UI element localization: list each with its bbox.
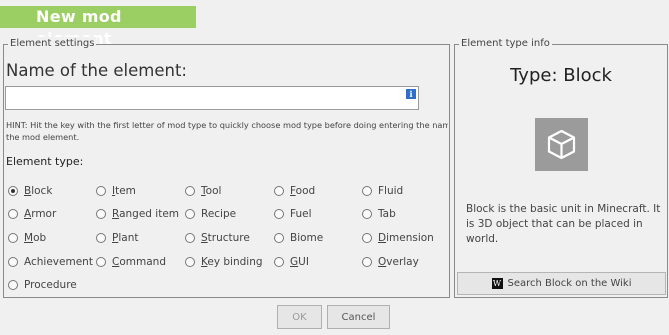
radio-indicator[interactable] — [96, 186, 106, 196]
radio-label-fluid: Fluid — [378, 185, 404, 197]
name-label: Name of the element: — [6, 61, 187, 80]
radio-label-ranged-item: Ranged item — [112, 208, 180, 220]
radio-label-tool: Tool — [201, 185, 222, 197]
radio-label-mob: Mob — [24, 232, 47, 244]
ok-button[interactable]: OK — [277, 305, 322, 329]
radio-dimension[interactable]: Dimension — [362, 231, 434, 245]
dialog-title: New mod element — [0, 6, 196, 48]
radio-label-gui: GUI — [290, 256, 309, 268]
radio-indicator[interactable] — [274, 233, 284, 243]
radio-label-item: Item — [112, 185, 136, 197]
radio-tab[interactable]: Tab — [362, 207, 396, 221]
radio-indicator[interactable] — [362, 186, 372, 196]
radio-label-overlay: Overlay — [378, 256, 419, 268]
hint-line-2: the mod element. — [6, 132, 80, 142]
radio-key-binding[interactable]: Key binding — [185, 255, 263, 269]
radio-plant[interactable]: Plant — [96, 231, 138, 245]
radio-label-recipe: Recipe — [201, 208, 237, 220]
radio-indicator[interactable] — [274, 209, 284, 219]
radio-label-food: Food — [290, 185, 316, 197]
radio-item[interactable]: Item — [96, 184, 136, 198]
radio-indicator[interactable] — [185, 257, 195, 267]
radio-fluid[interactable]: Fluid — [362, 184, 403, 198]
radio-block[interactable]: Block — [8, 184, 52, 198]
radio-structure[interactable]: Structure — [185, 231, 250, 245]
element-settings-panel: Element settings Name of the element: i … — [3, 37, 450, 298]
radio-indicator[interactable] — [274, 257, 284, 267]
radio-fuel[interactable]: Fuel — [274, 207, 312, 221]
element-name-input[interactable]: i — [5, 86, 419, 110]
cancel-button[interactable]: Cancel — [327, 305, 390, 329]
radio-food[interactable]: Food — [274, 184, 315, 198]
radio-indicator[interactable] — [362, 209, 372, 219]
radio-label-plant: Plant — [112, 232, 139, 244]
type-title: Type: Block — [510, 65, 612, 86]
radio-label-armor: Armor — [24, 208, 57, 220]
radio-command[interactable]: Command — [96, 255, 166, 269]
radio-indicator[interactable] — [362, 257, 372, 267]
radio-label-fuel: Fuel — [290, 208, 312, 220]
radio-indicator[interactable] — [8, 280, 18, 290]
radio-indicator[interactable] — [185, 233, 195, 243]
radio-indicator[interactable] — [8, 257, 18, 267]
search-wiki-button[interactable]: W Search Block on the Wiki — [457, 272, 666, 295]
radio-ranged-item[interactable]: Ranged item — [96, 207, 179, 221]
cube-icon — [547, 129, 576, 160]
radio-label-key-binding: Key binding — [201, 256, 263, 268]
radio-gui[interactable]: GUI — [274, 255, 309, 269]
radio-indicator[interactable] — [96, 233, 106, 243]
search-wiki-label: Search Block on the Wiki — [507, 278, 632, 289]
radio-recipe[interactable]: Recipe — [185, 207, 236, 221]
radio-mob[interactable]: Mob — [8, 231, 46, 245]
radio-label-command: Command — [112, 256, 166, 268]
hint-text: HINT: Hit the key with the first letter … — [6, 119, 448, 143]
radio-biome[interactable]: Biome — [274, 231, 323, 245]
radio-label-structure: Structure — [201, 232, 250, 244]
radio-indicator[interactable] — [362, 233, 372, 243]
radio-achievement[interactable]: Achievement — [8, 255, 93, 269]
type-description: Block is the basic unit in Minecraft. It… — [466, 203, 661, 245]
hint-line-1: HINT: Hit the key with the first letter … — [6, 120, 448, 130]
element-settings-legend: Element settings — [8, 37, 97, 51]
element-type-label: Element type: — [6, 155, 84, 168]
element-type-info-panel: Element type info Type: Block Block is t… — [454, 37, 668, 298]
radio-indicator[interactable] — [96, 209, 106, 219]
radio-label-biome: Biome — [290, 232, 324, 244]
radio-procedure[interactable]: Procedure — [8, 278, 77, 292]
radio-indicator[interactable] — [185, 209, 195, 219]
radio-indicator[interactable] — [8, 186, 18, 196]
wiki-icon: W — [491, 278, 503, 289]
type-info-legend: Element type info — [459, 37, 552, 51]
radio-indicator[interactable] — [8, 209, 18, 219]
radio-tool[interactable]: Tool — [185, 184, 221, 198]
radio-indicator[interactable] — [8, 233, 18, 243]
info-icon[interactable]: i — [406, 89, 416, 99]
radio-label-dimension: Dimension — [378, 232, 434, 244]
radio-indicator[interactable] — [96, 257, 106, 267]
radio-label-procedure: Procedure — [24, 279, 77, 291]
radio-indicator[interactable] — [274, 186, 284, 196]
radio-armor[interactable]: Armor — [8, 207, 56, 221]
radio-overlay[interactable]: Overlay — [362, 255, 419, 269]
radio-label-achievement: Achievement — [24, 256, 93, 268]
radio-label-tab: Tab — [378, 208, 396, 220]
radio-label-block: Block — [24, 185, 53, 197]
block-preview-image — [535, 118, 588, 171]
radio-indicator[interactable] — [185, 186, 195, 196]
